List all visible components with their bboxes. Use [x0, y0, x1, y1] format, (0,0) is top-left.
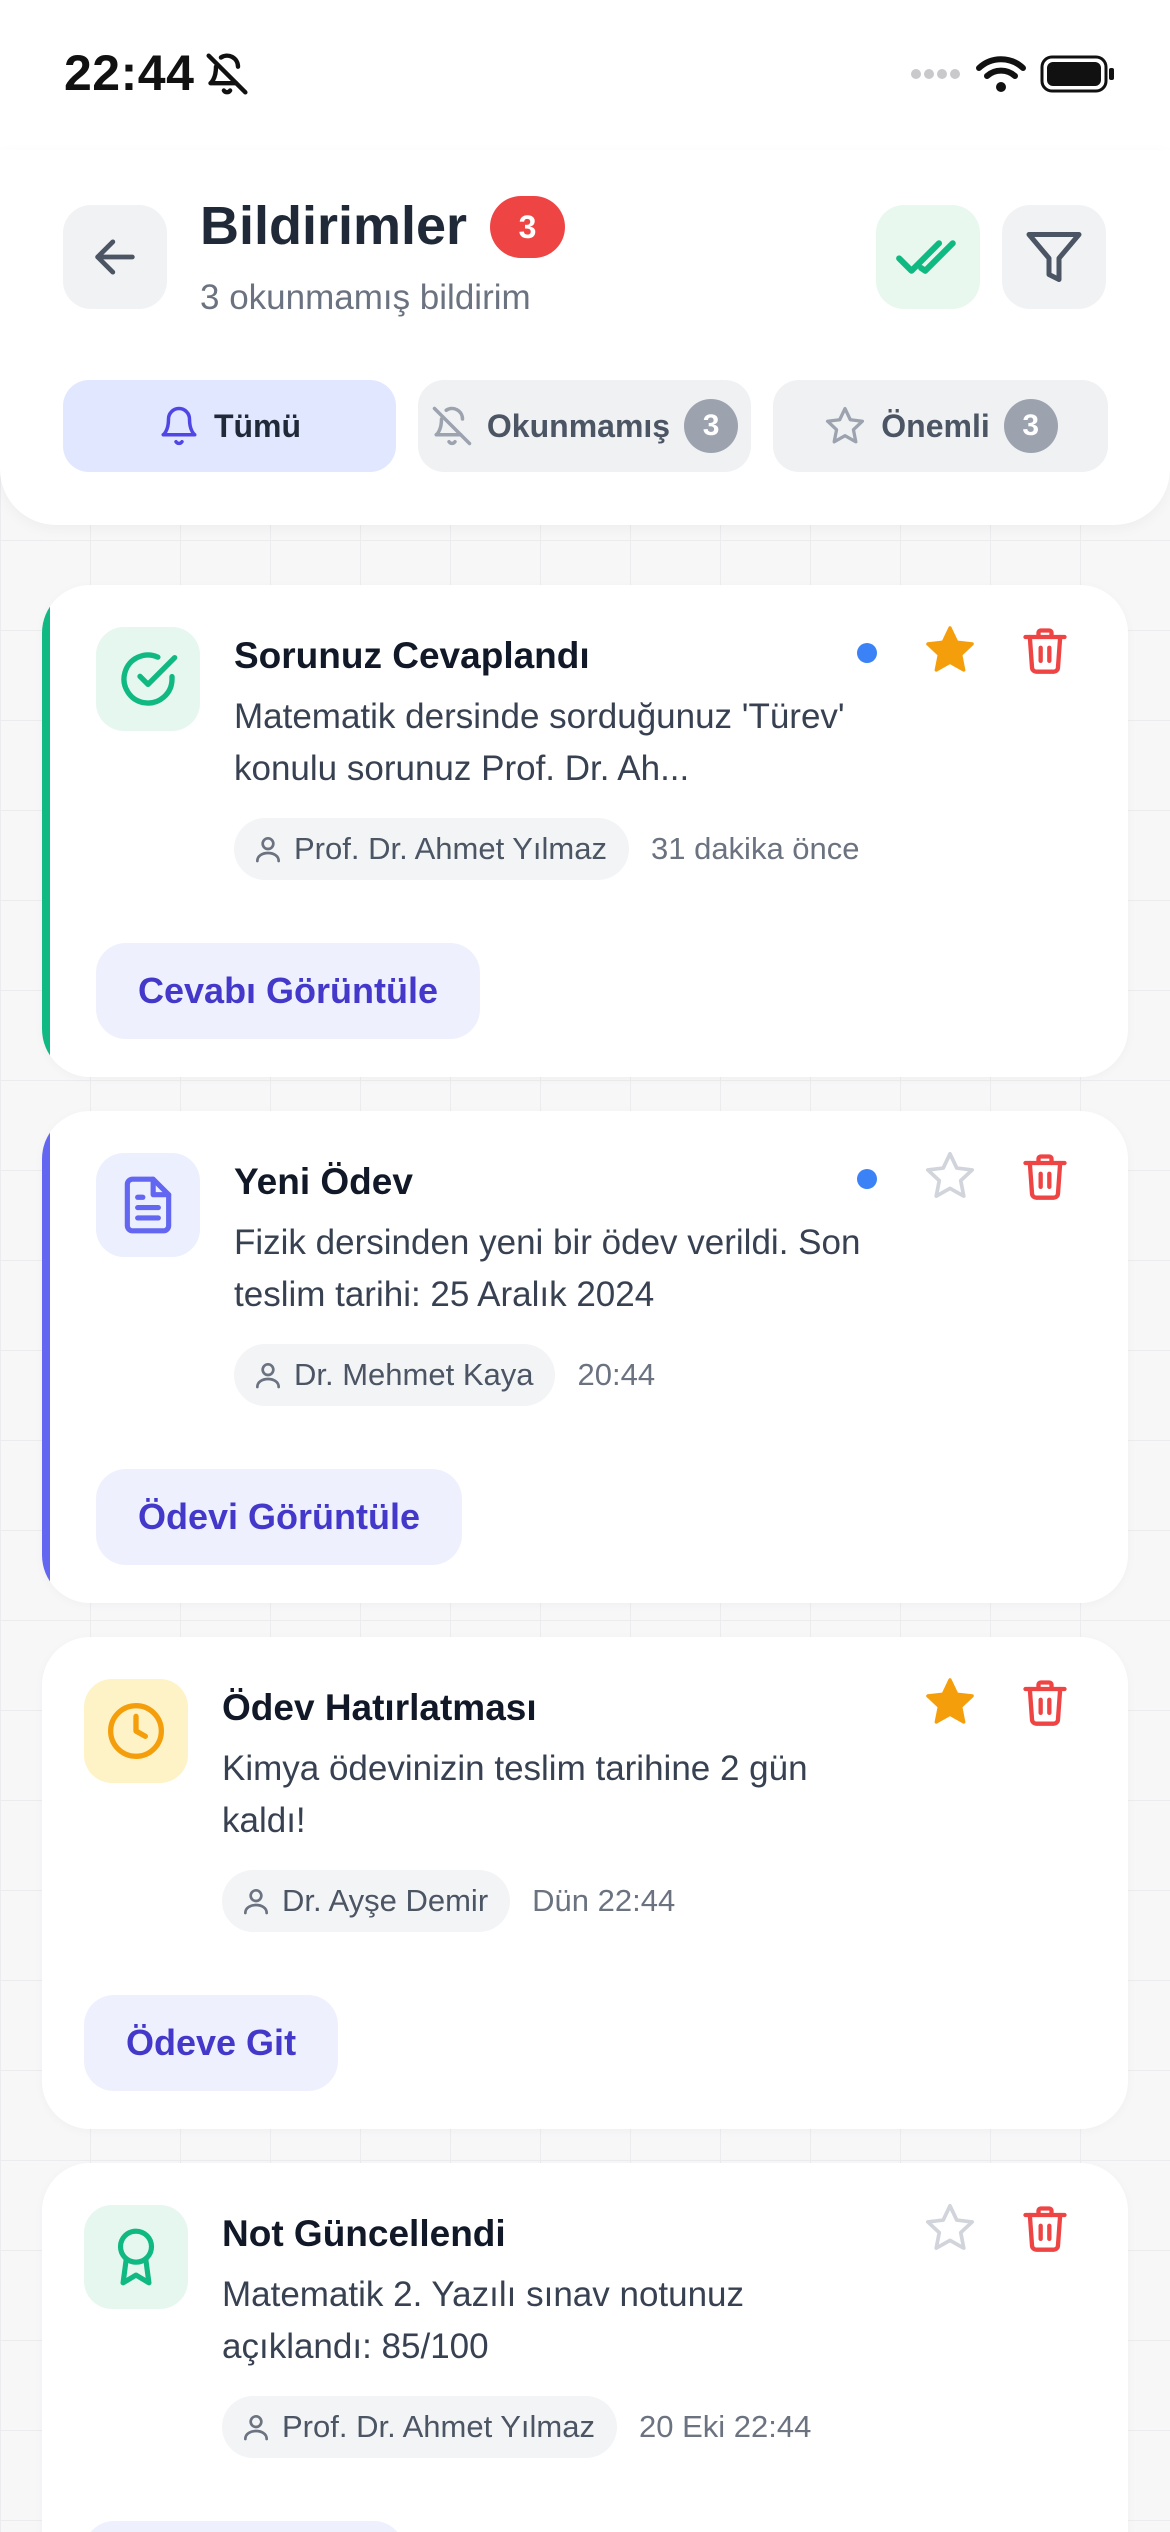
notification-card[interactable]: Yeni Ödev Fizik dersinden yeni bir ödev …	[42, 1111, 1128, 1603]
page-subtitle: 3 okunmamış bildirim	[200, 278, 531, 317]
tab-unread-label: Okunmamış	[486, 407, 671, 444]
battery-icon	[1040, 55, 1114, 93]
notification-message: Kimya ödevinizin teslim tarihine 2 gün k…	[222, 1749, 808, 1840]
notification-time: 20 Eki 22:44	[638, 2409, 812, 2444]
star-button[interactable]	[920, 1672, 980, 1732]
user-icon	[255, 1363, 280, 1389]
trash-icon	[1023, 628, 1067, 674]
star-button[interactable]	[920, 1146, 980, 1206]
user-icon	[244, 2415, 268, 2441]
tab-important-label: Önemli	[881, 407, 990, 444]
delete-button[interactable]	[1015, 1146, 1075, 1206]
notification-icon-box	[84, 1679, 188, 1783]
notification-title: Yeni Ödev	[234, 1161, 413, 1202]
author-name: Dr. Mehmet Kaya	[294, 1357, 534, 1392]
double-check-icon	[896, 240, 956, 274]
wifi-icon	[976, 56, 1026, 92]
go-to-homework-button[interactable]: Ödeve Git	[84, 1995, 339, 2091]
mark-all-read-button[interactable]	[876, 205, 980, 309]
star-outline-icon	[925, 2203, 975, 2250]
star-button[interactable]	[920, 620, 980, 680]
trash-icon	[1023, 2206, 1067, 2252]
author-name: Dr. Ayşe Demir	[282, 1883, 489, 1918]
unread-dot	[857, 643, 877, 663]
tab-all[interactable]: Tümü	[63, 380, 396, 472]
delete-button[interactable]	[1015, 620, 1075, 680]
cellular-signal-icon	[911, 69, 960, 79]
notification-time: Dün 22:44	[532, 1883, 676, 1918]
star-filled-icon	[926, 1678, 974, 1724]
notification-meta: Dr. Mehmet Kaya 20:44	[234, 1344, 655, 1406]
tab-all-label: Tümü	[213, 407, 302, 444]
tab-important-count: 3	[1003, 399, 1058, 453]
notification-meta: Prof. Dr. Ahmet Yılmaz 31 dakika önce	[234, 818, 860, 880]
notification-icon-box	[96, 1153, 200, 1257]
notification-meta: Prof. Dr. Ahmet Yılmaz 20 Eki 22:44	[222, 2396, 811, 2458]
author-name: Prof. Dr. Ahmet Yılmaz	[282, 2409, 595, 2444]
delete-button[interactable]	[1015, 1672, 1075, 1732]
notification-icon-box	[84, 2205, 188, 2309]
unread-count-badge: 3	[490, 196, 565, 258]
trash-icon	[1023, 1154, 1067, 1200]
tab-unread[interactable]: Okunmamış 3	[418, 380, 751, 472]
star-outline-icon	[925, 1151, 975, 1198]
header: Bildirimler 3 3 okunmamış bildirim Tümü …	[0, 150, 1170, 525]
notification-message: Fizik dersinden yeni bir ödev verildi. S…	[234, 1223, 861, 1314]
status-time: 22:44	[64, 45, 195, 101]
star-filled-icon	[926, 626, 974, 672]
tab-important[interactable]: Önemli 3	[773, 380, 1108, 472]
silent-mode-icon	[206, 53, 248, 95]
card-action-button[interactable]	[84, 2521, 404, 2532]
trash-icon	[1023, 1680, 1067, 1726]
author-chip: Dr. Ayşe Demir	[222, 1870, 511, 1932]
user-icon	[244, 1889, 268, 1915]
award-icon	[117, 2228, 155, 2286]
author-chip: Dr. Mehmet Kaya	[234, 1344, 556, 1406]
author-chip: Prof. Dr. Ahmet Yılmaz	[222, 2396, 617, 2458]
arrow-left-icon	[95, 239, 135, 275]
bell-icon	[161, 406, 197, 446]
notification-card[interactable]: Ödev Hatırlatması Kimya ödevinizin tesli…	[42, 1637, 1128, 2129]
author-chip: Prof. Dr. Ahmet Yılmaz	[234, 818, 629, 880]
notification-title: Not Güncellendi	[222, 2213, 506, 2254]
notification-icon-box	[96, 627, 200, 731]
star-outline-icon	[826, 406, 865, 444]
unread-dot	[857, 1169, 877, 1189]
card-accent-bar	[42, 1111, 50, 1603]
view-homework-button[interactable]: Ödevi Görüntüle	[96, 1469, 463, 1565]
filter-button[interactable]	[1002, 205, 1106, 309]
notification-title: Ödev Hatırlatması	[222, 1687, 537, 1728]
view-answer-button[interactable]: Cevabı Görüntüle	[96, 943, 481, 1039]
tab-unread-count: 3	[684, 399, 739, 453]
user-icon	[255, 837, 280, 863]
page-title: Bildirimler	[200, 196, 468, 256]
delete-button[interactable]	[1015, 2198, 1075, 2258]
author-name: Prof. Dr. Ahmet Yılmaz	[294, 831, 607, 866]
notification-title: Sorunuz Cevaplandı	[234, 635, 590, 676]
check-circle-icon	[121, 652, 178, 706]
notification-card[interactable]: Not Güncellendi Matematik 2. Yazılı sına…	[42, 2163, 1128, 2532]
notification-message: Matematik 2. Yazılı sınav notunuz açıkla…	[222, 2275, 745, 2366]
card-accent-bar	[42, 585, 50, 1077]
notification-card[interactable]: Sorunuz Cevaplandı Matematik dersinde so…	[42, 585, 1128, 1077]
clock-icon	[108, 1703, 164, 1759]
filter-icon	[1026, 232, 1082, 282]
notification-time: 31 dakika önce	[650, 831, 860, 866]
filter-tabs: Tümü Okunmamış 3 Önemli 3	[63, 380, 1108, 472]
bell-off-icon	[432, 406, 472, 446]
notification-meta: Dr. Ayşe Demir Dün 22:44	[222, 1870, 675, 1932]
notification-time: 20:44	[577, 1357, 656, 1392]
document-icon	[124, 1176, 172, 1234]
star-button[interactable]	[920, 2198, 980, 2258]
status-bar: 22:44	[0, 0, 1170, 150]
notification-message: Matematik dersinde sorduğunuz 'Türev' ko…	[234, 697, 845, 788]
back-button[interactable]	[63, 205, 167, 309]
status-indicators	[910, 52, 1116, 96]
